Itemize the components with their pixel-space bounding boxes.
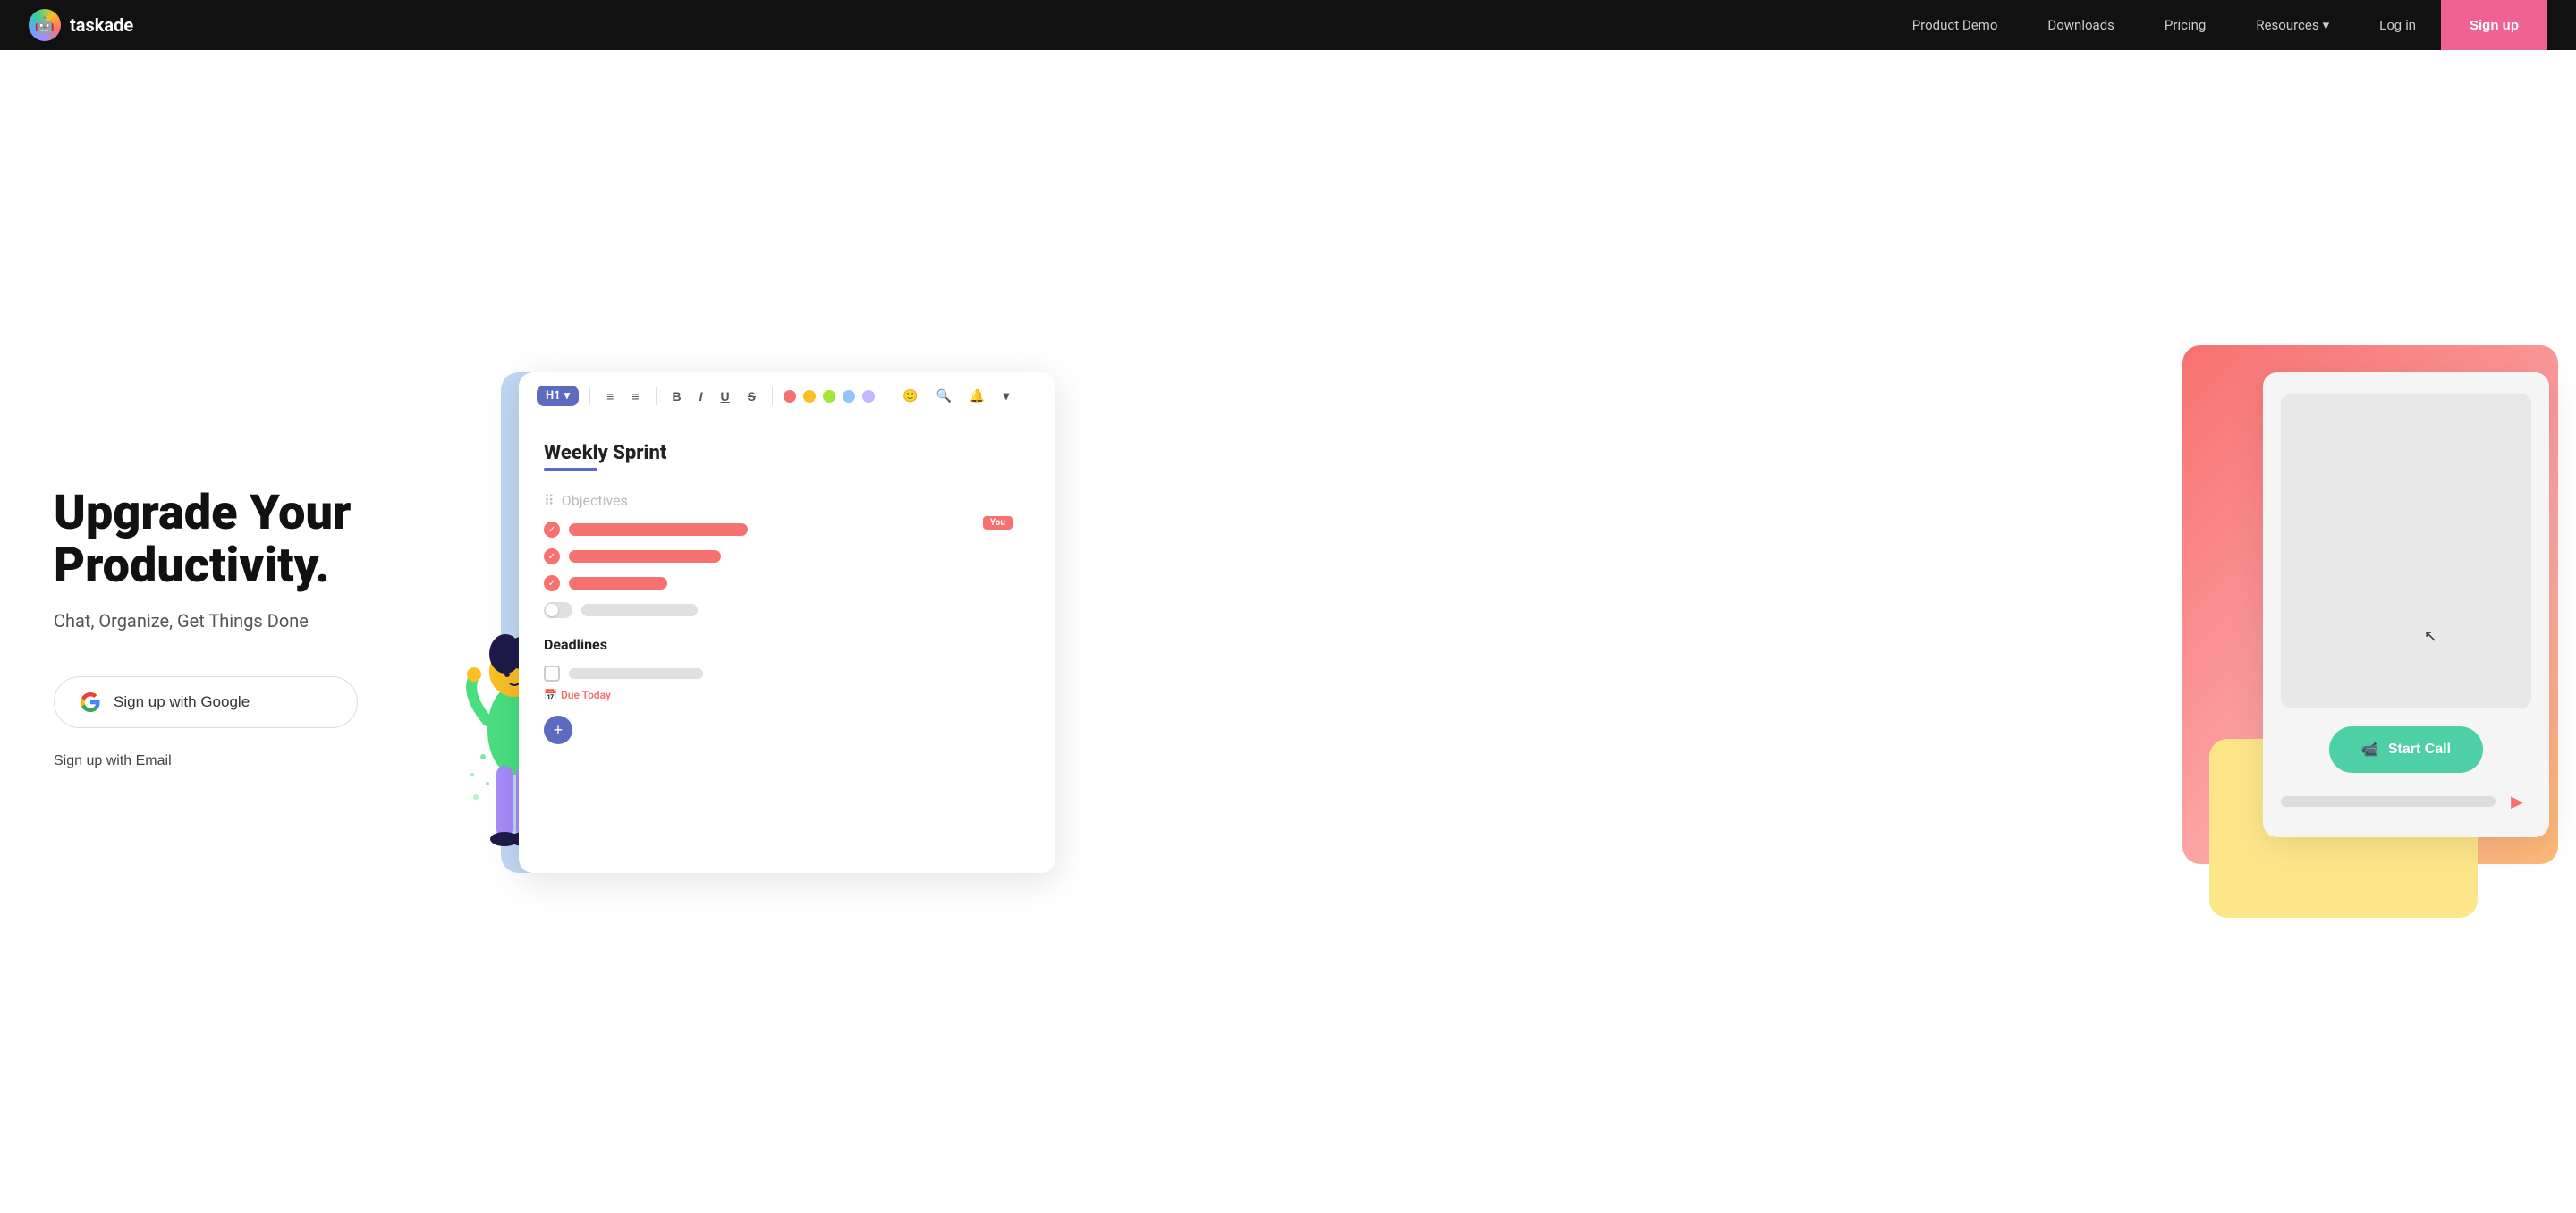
task-bar-1 bbox=[569, 523, 748, 536]
toolbar-separator-3 bbox=[772, 387, 773, 405]
card-content: Weekly Sprint ⠿ Objectives You bbox=[519, 420, 1055, 766]
google-signup-label: Sign up with Google bbox=[114, 693, 250, 711]
doc-title-underline bbox=[544, 468, 597, 471]
task-bar-2 bbox=[569, 550, 721, 563]
signup-button[interactable]: Sign up bbox=[2441, 0, 2547, 50]
indent-left-button[interactable]: ≡ bbox=[601, 386, 619, 407]
calendar-icon: 📅 bbox=[544, 689, 557, 701]
toggle-row bbox=[544, 602, 1030, 618]
video-area bbox=[2281, 394, 2531, 708]
deadline-bar bbox=[569, 668, 703, 679]
hero-section: Upgrade Your Productivity. Chat, Organiz… bbox=[0, 50, 2576, 1213]
video-card: 📹 Start Call ▶ bbox=[2263, 372, 2549, 837]
toggle-knob bbox=[546, 604, 558, 616]
drag-handle-icon: ⠿ bbox=[544, 492, 555, 509]
toolbar-separator-2 bbox=[656, 387, 657, 405]
nav-product-demo[interactable]: Product Demo bbox=[1887, 0, 2023, 50]
hero-title: Upgrade Your Productivity. bbox=[54, 487, 429, 593]
chat-input-row: ▶ bbox=[2281, 787, 2531, 816]
deadlines-title: Deadlines bbox=[544, 636, 1030, 653]
hero-illustration: H1 ▾ ≡ ≡ B I U S 🙂 🔍 🔔 bbox=[429, 363, 2522, 900]
task-checkbox-2[interactable] bbox=[544, 548, 560, 564]
google-signup-button[interactable]: Sign up with Google bbox=[54, 676, 358, 728]
chevron-down-icon: ▾ bbox=[2323, 17, 2330, 33]
chevron-down-icon: ▾ bbox=[564, 389, 571, 403]
emoji-button[interactable]: 🙂 bbox=[897, 385, 923, 407]
start-call-label: Start Call bbox=[2388, 742, 2451, 758]
task-checkbox-3[interactable] bbox=[544, 575, 560, 591]
nav-resources-label: Resources bbox=[2256, 17, 2318, 33]
color-yellow[interactable] bbox=[803, 390, 816, 403]
due-today-label: Due Today bbox=[561, 689, 611, 701]
toolbar-separator bbox=[589, 387, 590, 405]
color-blue[interactable] bbox=[843, 390, 855, 403]
due-today-badge: 📅 Due Today bbox=[544, 689, 1030, 701]
email-signup-button[interactable]: Sign up with Email bbox=[54, 746, 172, 776]
video-icon: 📹 bbox=[2361, 741, 2379, 759]
underline-button[interactable]: U bbox=[716, 386, 735, 407]
nav-links: Product Demo Downloads Pricing Resources… bbox=[1887, 0, 2354, 50]
table-row bbox=[544, 548, 1030, 564]
objectives-section: ⠿ Objectives bbox=[544, 492, 1030, 509]
indent-right-button[interactable]: ≡ bbox=[626, 386, 644, 407]
heading-selector[interactable]: H1 ▾ bbox=[537, 386, 579, 406]
you-badge: You bbox=[983, 516, 1013, 530]
color-green[interactable] bbox=[823, 390, 835, 403]
start-call-button[interactable]: 📹 Start Call bbox=[2329, 726, 2483, 773]
chat-input-bar bbox=[2281, 796, 2496, 807]
app-card: H1 ▾ ≡ ≡ B I U S 🙂 🔍 🔔 bbox=[519, 372, 1055, 873]
deadlines-section: Deadlines 📅 Due Today bbox=[544, 636, 1030, 701]
add-item-button[interactable]: + bbox=[544, 716, 572, 744]
nav-downloads[interactable]: Downloads bbox=[2022, 0, 2140, 50]
hero-left: Upgrade Your Productivity. Chat, Organiz… bbox=[54, 487, 429, 777]
objectives-label: Objectives bbox=[562, 492, 628, 509]
nav-pricing[interactable]: Pricing bbox=[2140, 0, 2231, 50]
table-row: You bbox=[544, 522, 1030, 538]
logo-text: taskade bbox=[70, 14, 133, 36]
color-purple[interactable] bbox=[862, 390, 875, 403]
deadline-checkbox[interactable] bbox=[544, 666, 560, 682]
logo[interactable]: 🤖 taskade bbox=[29, 9, 133, 41]
bold-button[interactable]: B bbox=[667, 386, 687, 407]
h1-label: H1 bbox=[546, 389, 561, 403]
navbar: 🤖 taskade Product Demo Downloads Pricing… bbox=[0, 0, 2576, 50]
task-toggle[interactable] bbox=[544, 602, 572, 618]
italic-button[interactable]: I bbox=[694, 386, 708, 407]
nav-resources[interactable]: Resources ▾ bbox=[2231, 0, 2354, 50]
notification-button[interactable]: 🔔 bbox=[964, 385, 990, 407]
google-icon bbox=[80, 691, 101, 713]
task-bar-gray bbox=[581, 604, 698, 616]
logo-icon: 🤖 bbox=[29, 9, 61, 41]
nav-actions: Log in Sign up bbox=[2354, 0, 2547, 50]
login-button[interactable]: Log in bbox=[2354, 0, 2441, 50]
strikethrough-button[interactable]: S bbox=[742, 386, 761, 407]
table-row bbox=[544, 575, 1030, 591]
task-bar-3 bbox=[569, 577, 667, 590]
hero-subtitle: Chat, Organize, Get Things Done bbox=[54, 610, 429, 632]
send-button[interactable]: ▶ bbox=[2503, 787, 2531, 816]
search-button[interactable]: 🔍 bbox=[930, 385, 956, 407]
task-checkbox-1[interactable] bbox=[544, 522, 560, 538]
doc-title: Weekly Sprint bbox=[544, 442, 1030, 464]
color-red[interactable] bbox=[784, 390, 796, 403]
more-button[interactable]: ▾ bbox=[997, 385, 1014, 407]
table-row bbox=[544, 666, 1030, 682]
toolbar: H1 ▾ ≡ ≡ B I U S 🙂 🔍 🔔 bbox=[519, 372, 1055, 420]
